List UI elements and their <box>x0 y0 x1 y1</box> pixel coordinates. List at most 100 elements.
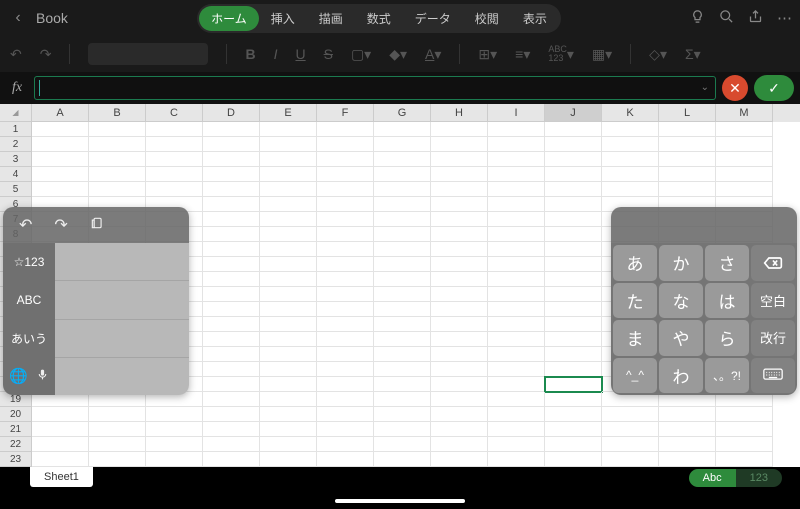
cell[interactable] <box>317 317 374 332</box>
cell[interactable] <box>146 137 203 152</box>
cell[interactable] <box>89 137 146 152</box>
key-ya[interactable]: や <box>659 320 703 356</box>
cell[interactable] <box>374 377 431 392</box>
cell[interactable] <box>89 182 146 197</box>
workbook-title[interactable]: Book <box>36 10 68 26</box>
cell[interactable] <box>545 377 602 392</box>
cell[interactable] <box>431 392 488 407</box>
key-ma[interactable]: ま <box>613 320 657 356</box>
cell[interactable] <box>488 302 545 317</box>
cell[interactable] <box>716 422 773 437</box>
cell[interactable] <box>32 122 89 137</box>
cell[interactable] <box>203 362 260 377</box>
cell[interactable] <box>602 182 659 197</box>
font-color-icon[interactable]: A▾ <box>425 46 441 63</box>
cell[interactable] <box>545 197 602 212</box>
cell[interactable] <box>488 287 545 302</box>
cell[interactable] <box>317 407 374 422</box>
cell[interactable] <box>260 152 317 167</box>
cell[interactable] <box>488 257 545 272</box>
cell-styles-icon[interactable]: ▦▾ <box>592 46 612 63</box>
key-backspace[interactable] <box>751 245 795 281</box>
cell[interactable] <box>374 122 431 137</box>
key-ta[interactable]: た <box>613 283 657 319</box>
cell[interactable] <box>317 302 374 317</box>
cell[interactable] <box>488 407 545 422</box>
globe-icon[interactable]: 🌐 <box>9 367 28 385</box>
cell[interactable] <box>203 302 260 317</box>
lightbulb-icon[interactable] <box>690 9 705 28</box>
cell[interactable] <box>716 122 773 137</box>
cell[interactable] <box>488 332 545 347</box>
cell[interactable] <box>260 422 317 437</box>
cell[interactable] <box>89 437 146 452</box>
cell[interactable] <box>545 122 602 137</box>
cell[interactable] <box>374 152 431 167</box>
clear-icon[interactable]: ◇▾ <box>649 46 667 63</box>
cell[interactable] <box>602 407 659 422</box>
cell[interactable] <box>431 377 488 392</box>
row-header[interactable]: 20 <box>0 407 32 422</box>
cell[interactable] <box>317 347 374 362</box>
cell[interactable] <box>488 122 545 137</box>
suggestion-row[interactable] <box>55 358 189 395</box>
merge-icon[interactable]: ⊞▾ <box>478 46 497 63</box>
cell[interactable] <box>374 167 431 182</box>
input-mode-toggle[interactable]: Abc 123 <box>689 469 782 487</box>
cell[interactable] <box>545 257 602 272</box>
cell[interactable] <box>260 392 317 407</box>
cell[interactable] <box>431 362 488 377</box>
cell[interactable] <box>659 452 716 467</box>
cell[interactable] <box>203 152 260 167</box>
cell[interactable] <box>716 137 773 152</box>
kb-mode-latin[interactable]: ABC <box>3 281 55 319</box>
cell[interactable] <box>602 452 659 467</box>
cell[interactable] <box>317 287 374 302</box>
cell[interactable] <box>431 182 488 197</box>
cell[interactable] <box>488 377 545 392</box>
cell[interactable] <box>716 152 773 167</box>
column-header[interactable]: C <box>146 104 203 122</box>
tab-insert[interactable]: 挿入 <box>259 6 307 31</box>
cell[interactable] <box>146 167 203 182</box>
cell[interactable] <box>374 227 431 242</box>
cell[interactable] <box>545 182 602 197</box>
key-a[interactable]: あ <box>613 245 657 281</box>
mode-123[interactable]: 123 <box>736 469 782 487</box>
share-icon[interactable] <box>748 9 763 28</box>
cell[interactable] <box>317 227 374 242</box>
kb-mode-symbols[interactable]: ☆123 <box>3 243 55 281</box>
cell[interactable] <box>659 407 716 422</box>
underline-icon[interactable]: U <box>295 46 305 62</box>
cell[interactable] <box>89 422 146 437</box>
column-header[interactable]: D <box>203 104 260 122</box>
cell[interactable] <box>203 392 260 407</box>
formula-input[interactable]: ⌄ <box>34 76 716 100</box>
cell[interactable] <box>602 437 659 452</box>
key-ka[interactable]: か <box>659 245 703 281</box>
cell[interactable] <box>260 407 317 422</box>
cell[interactable] <box>203 257 260 272</box>
expand-formula-icon[interactable]: ⌄ <box>701 82 709 93</box>
cell[interactable] <box>317 152 374 167</box>
font-selector[interactable] <box>88 43 208 65</box>
kb-redo-icon[interactable]: ↷ <box>54 215 67 235</box>
number-format-icon[interactable]: ABC123▾ <box>548 45 574 63</box>
cell[interactable] <box>89 167 146 182</box>
cell[interactable] <box>203 227 260 242</box>
cell[interactable] <box>431 437 488 452</box>
cell[interactable] <box>602 122 659 137</box>
cell[interactable] <box>431 407 488 422</box>
suggestion-row[interactable] <box>55 281 189 319</box>
cell[interactable] <box>317 182 374 197</box>
cell[interactable] <box>431 122 488 137</box>
cell[interactable] <box>317 422 374 437</box>
cell[interactable] <box>545 347 602 362</box>
cell[interactable] <box>716 437 773 452</box>
cell[interactable] <box>431 257 488 272</box>
cell[interactable] <box>431 197 488 212</box>
cell[interactable] <box>317 377 374 392</box>
cell[interactable] <box>602 422 659 437</box>
cell[interactable] <box>374 332 431 347</box>
cell[interactable] <box>146 152 203 167</box>
